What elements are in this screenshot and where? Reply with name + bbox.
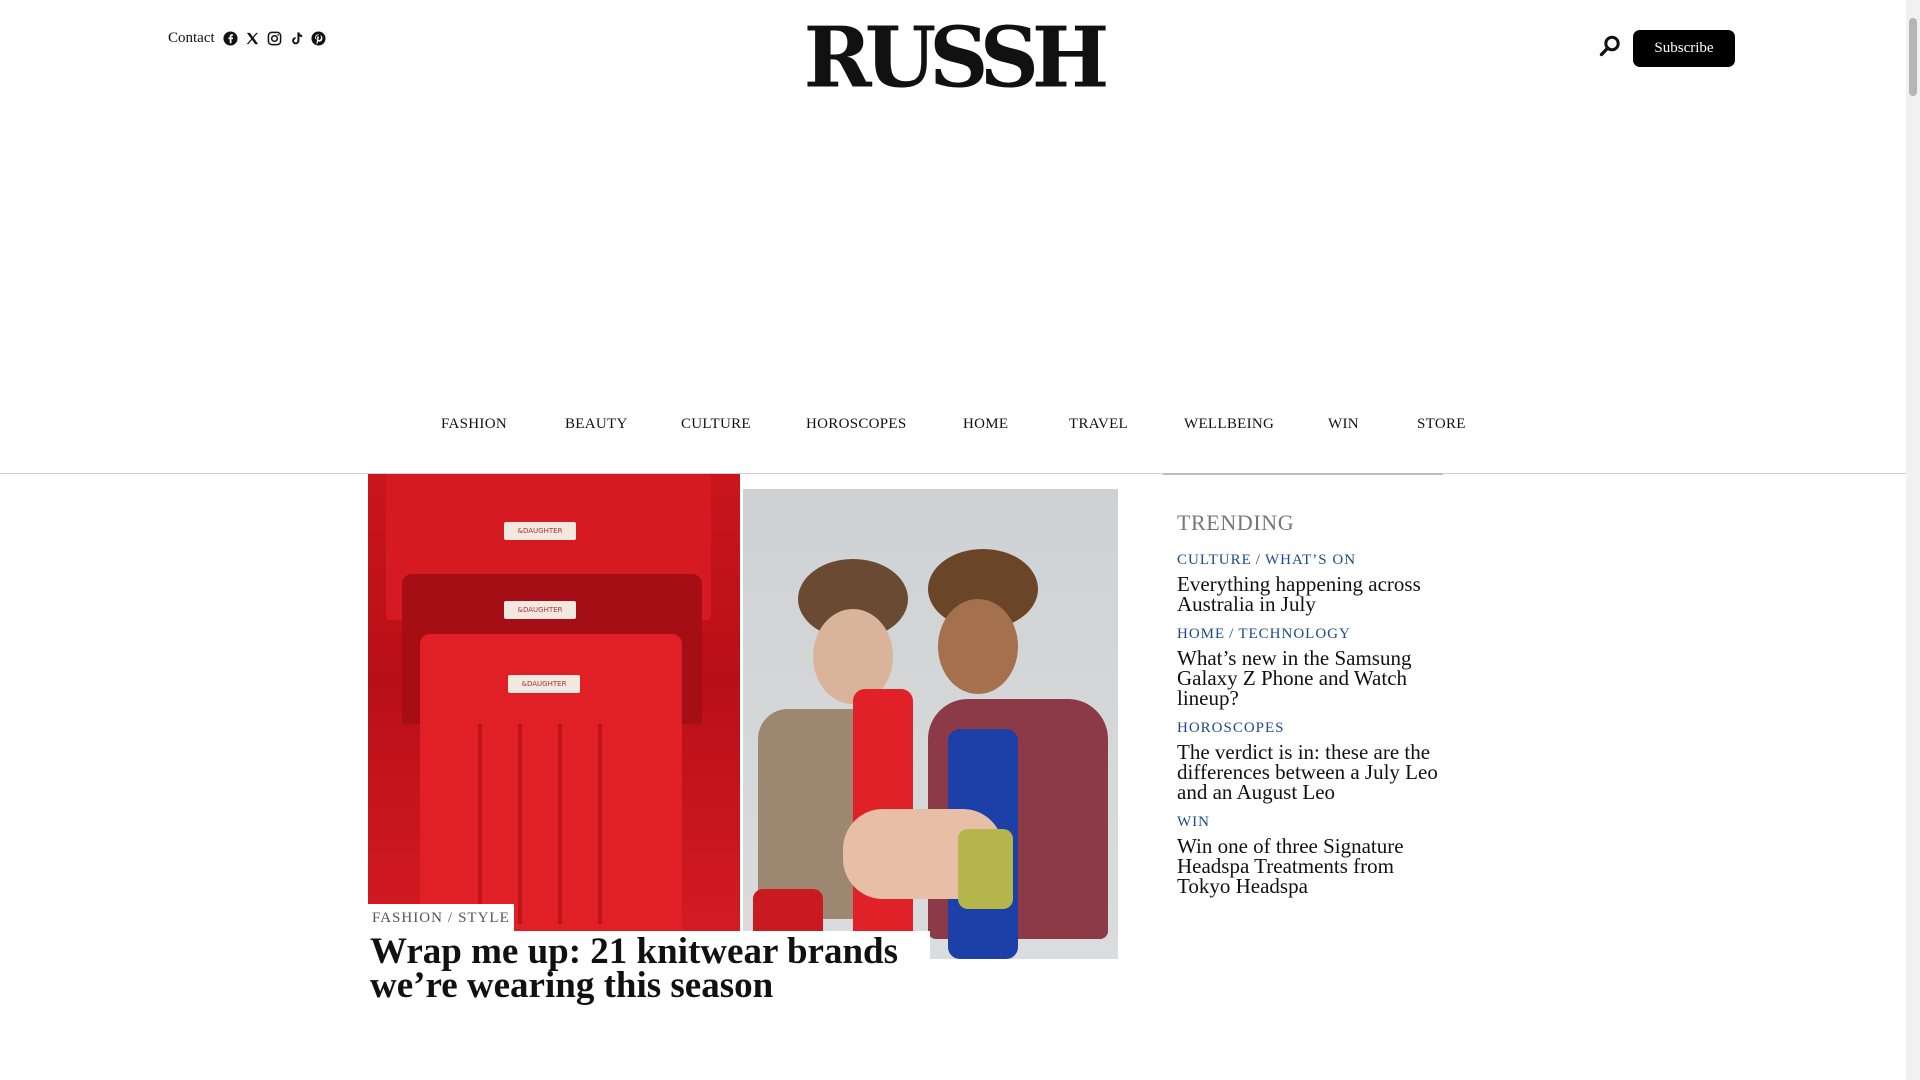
sock-shape [958,829,1013,909]
subscribe-button[interactable]: Subscribe [1633,30,1735,67]
garment-label: &DAUGHTER [504,522,576,540]
header-social-row: Contact [168,30,327,47]
feature-title[interactable]: Wrap me up: 21 knitwear brands we’re wea… [370,933,928,1004]
sweater-rib [598,724,602,924]
contact-link[interactable]: Contact [168,30,215,47]
category-separator: / [1229,626,1235,642]
trending-item-categories: CULTURE / WHAT’S ON [1177,552,1447,569]
feature-category-style[interactable]: STYLE [458,910,510,927]
pinterest-icon[interactable] [311,31,327,47]
site-logo[interactable]: RUSSH [804,16,1110,100]
tiktok-icon[interactable] [289,31,305,47]
page-scrollbar[interactable] [1906,0,1920,1080]
trending-item-title[interactable]: Win one of three Signature Headspa Treat… [1177,836,1447,897]
nav-item-win[interactable]: WIN [1328,416,1359,433]
trending-divider [1163,473,1443,475]
category-link[interactable]: WHAT’S ON [1265,552,1356,568]
sweater-rib [478,724,482,924]
logo-wordmark: RUSSH [803,9,1110,107]
feature-image-models[interactable] [743,489,1118,959]
face-shape [938,599,1018,694]
trending-sidebar: TRENDING CULTURE / WHAT’S ON Everything ha… [1177,510,1447,908]
category-separator: / [447,909,454,926]
trending-item-categories: HOROSCOPES [1177,720,1447,737]
category-link[interactable]: WIN [1177,814,1210,830]
garment-label: &DAUGHTER [504,601,576,619]
search-icon[interactable] [1598,34,1622,58]
nav-item-wellbeing[interactable]: WELLBEING [1184,416,1274,433]
feature-category: FASHION / STYLE [368,904,514,932]
instagram-icon[interactable] [267,31,283,47]
trending-item: CULTURE / WHAT’S ON Everything happening a… [1177,552,1447,615]
trending-item-title[interactable]: What’s new in the Samsung Galaxy Z Phone… [1177,648,1447,709]
facebook-icon[interactable] [223,31,239,47]
nav-item-culture[interactable]: CULTURE [681,416,751,433]
category-separator: / [1255,552,1261,568]
feature-title-box: Wrap me up: 21 knitwear brands we’re wea… [368,931,930,1007]
trending-item-categories: WIN [1177,814,1447,831]
main-navigation: FASHION BEAUTY CULTURE HOROSCOPES HOME T… [0,410,1906,474]
feature-category-fashion[interactable]: FASHION [372,910,443,927]
category-link[interactable]: HOROSCOPES [1177,720,1285,736]
x-icon[interactable] [245,31,261,47]
nav-item-store[interactable]: STORE [1417,416,1466,433]
sweater-rib [558,724,562,924]
category-link[interactable]: HOME [1177,626,1225,642]
trending-item: HOME / TECHNOLOGY What’s new in the Samsun… [1177,626,1447,709]
trending-item-title[interactable]: Everything happening across Australia in… [1177,574,1447,615]
nav-item-travel[interactable]: TRAVEL [1069,416,1128,433]
scrollbar-thumb[interactable] [1909,18,1917,96]
garment-label: &DAUGHTER [508,675,580,693]
nav-item-home[interactable]: HOME [963,416,1008,433]
category-link[interactable]: CULTURE [1177,552,1252,568]
trending-heading: TRENDING [1177,510,1295,535]
nav-item-horoscopes[interactable]: HOROSCOPES [806,416,907,433]
trending-item: HOROSCOPES The verdict is in: these are … [1177,720,1447,803]
trending-item-categories: HOME / TECHNOLOGY [1177,626,1447,643]
feature-image-sweaters[interactable]: &DAUGHTER &DAUGHTER &DAUGHTER [368,474,740,931]
nav-item-beauty[interactable]: BEAUTY [565,416,628,433]
nav-item-fashion[interactable]: FASHION [441,416,507,433]
trending-item: WIN Win one of three Signature Headspa T… [1177,814,1447,897]
sweater-rib [518,724,522,924]
category-link[interactable]: TECHNOLOGY [1238,626,1351,642]
trending-item-title[interactable]: The verdict is in: these are the differe… [1177,742,1447,803]
